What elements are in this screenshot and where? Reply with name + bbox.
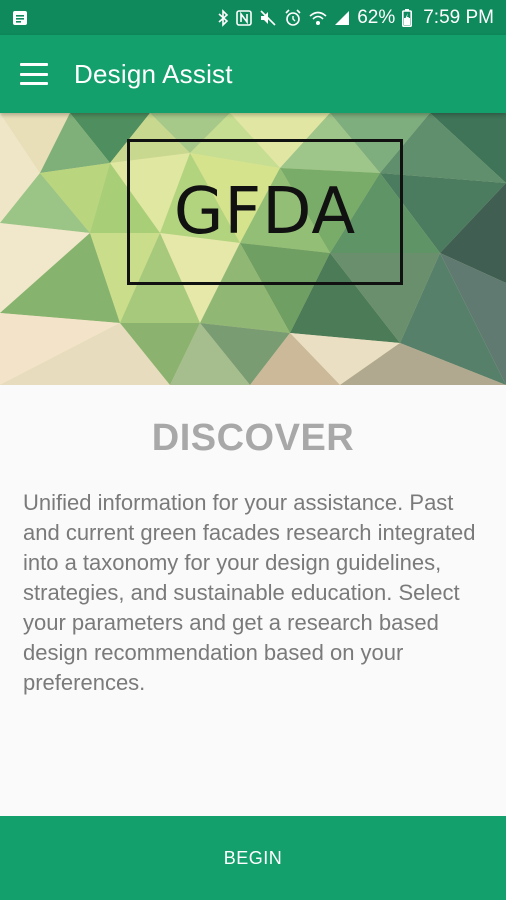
logo-text: GFDA (173, 175, 357, 249)
signal-icon (334, 10, 350, 26)
wifi-icon (309, 10, 327, 26)
battery-percent: 62% (357, 6, 396, 28)
hamburger-menu-icon[interactable] (20, 63, 48, 85)
gfda-logo: GFDA (127, 139, 403, 285)
nfc-icon (236, 9, 253, 26)
battery-charging-icon (402, 8, 413, 27)
app-title: Design Assist (74, 58, 233, 89)
status-bar: 62% 7:59 PM (0, 0, 506, 35)
notification-icon (12, 10, 28, 26)
status-time: 7:59 PM (423, 6, 494, 28)
app-bar: Design Assist (0, 35, 506, 113)
alarm-icon (284, 8, 302, 27)
bluetooth-icon (217, 8, 229, 27)
begin-button[interactable]: BEGIN (0, 816, 506, 900)
description-text: Unified information for your assistance.… (23, 490, 476, 695)
section-heading: DISCOVER (151, 417, 355, 459)
main-content: DISCOVER Unified information for your as… (0, 385, 506, 816)
mute-icon (259, 9, 277, 26)
